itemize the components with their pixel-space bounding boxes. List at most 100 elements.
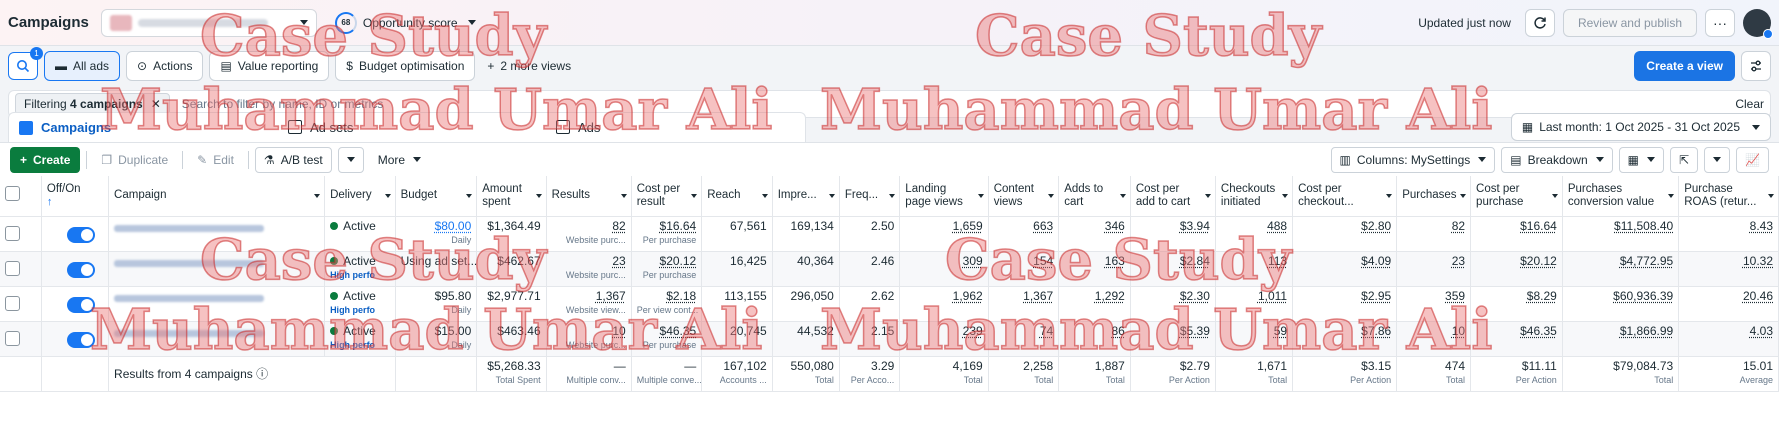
create-view-button[interactable]: Create a view (1634, 51, 1735, 81)
cell-content-views[interactable]: 74 (988, 321, 1060, 357)
cell-cost-checkout[interactable]: $2.95 (1292, 286, 1398, 322)
cell-amount-spent[interactable]: $462.67 (476, 251, 547, 287)
header-budget[interactable]: Budget (395, 176, 478, 217)
cell-amount-spent[interactable]: $1,364.49 (476, 216, 547, 252)
info-icon[interactable]: ⓘ (256, 367, 268, 381)
cell-cost-per-result[interactable]: $2.18 Per view cont... (631, 286, 703, 322)
cell-content-views[interactable]: 154 (988, 251, 1060, 287)
cell-campaign-name[interactable] (108, 216, 326, 252)
cell-checkouts[interactable]: 488 (1215, 216, 1294, 252)
header-adds-to-cart[interactable]: Adds to cart (1058, 176, 1131, 217)
header-cost-per-add-to-cart[interactable]: Cost per add to cart (1130, 176, 1216, 217)
header-cost-per-result[interactable]: Cost per result (631, 176, 703, 217)
cell-roas[interactable]: 10.32 (1678, 251, 1779, 287)
refresh-button[interactable] (1524, 8, 1555, 37)
campaign-name-redacted[interactable] (114, 224, 265, 232)
header-purchases[interactable]: Purchases (1396, 176, 1472, 217)
cell-campaign-name[interactable] (108, 286, 326, 322)
cell-frequency[interactable]: 2.62 (839, 286, 901, 322)
cell-cost-checkout[interactable]: $4.09 (1292, 251, 1398, 287)
row-select-cell[interactable] (0, 251, 42, 287)
more-button[interactable]: More (370, 147, 429, 173)
table-row[interactable]: Active High perfo $15.00 Daily $463.46 10 Webs… (0, 321, 1779, 357)
cell-cost-atc[interactable]: $3.94 (1130, 216, 1216, 252)
cell-cost-per-result[interactable]: $46.35 Per purchase (631, 321, 703, 357)
view-actions[interactable]: ⊙ Actions (126, 51, 204, 81)
opportunity-score[interactable]: 68 Opportunity score (334, 11, 476, 34)
cell-roas[interactable]: 8.43 (1678, 216, 1779, 252)
close-icon[interactable]: ✕ (151, 97, 161, 111)
cell-cost-checkout[interactable]: $2.80 (1292, 216, 1398, 252)
cell-cost-atc[interactable]: $2.84 (1130, 251, 1216, 287)
table-row[interactable]: Active High perfo Using ad set... $462.67 23… (0, 251, 1779, 287)
cell-frequency[interactable]: 2.50 (839, 216, 901, 252)
row-checkbox[interactable] (5, 330, 20, 346)
duplicate-button[interactable]: ❐ Duplicate (93, 147, 176, 173)
cell-cost-purchase[interactable]: $8.29 (1470, 286, 1563, 322)
cell-results[interactable]: 23 Website purc... (546, 251, 632, 287)
cell-conv-value[interactable]: $1,866.99 (1562, 321, 1680, 357)
header-delivery[interactable]: Delivery (324, 176, 396, 217)
charts-button[interactable]: 📈 (1736, 146, 1769, 173)
view-settings-button[interactable] (1741, 51, 1771, 81)
export-dropdown[interactable] (1704, 146, 1731, 173)
columns-button[interactable]: ▥ Columns: MySettings (1330, 146, 1496, 173)
cell-checkouts[interactable]: 113 (1215, 251, 1294, 287)
header-purchase-roas[interactable]: Purchase ROAS (retur... (1678, 176, 1779, 217)
reports-button[interactable]: ▦ (1618, 146, 1664, 173)
campaign-toggle[interactable] (66, 226, 95, 243)
row-checkbox[interactable] (5, 225, 20, 241)
campaign-toggle[interactable] (66, 296, 95, 313)
cell-content-views[interactable]: 1,367 (988, 286, 1060, 322)
select-all-checkbox[interactable] (5, 186, 20, 202)
cell-impressions[interactable]: 296,050 (772, 286, 840, 322)
cell-cost-purchase[interactable]: $16.64 (1470, 216, 1563, 252)
review-publish-button[interactable]: Review and publish (1562, 8, 1697, 37)
campaign-name-redacted[interactable] (114, 259, 265, 267)
clear-filters-link[interactable]: Clear (1735, 97, 1764, 111)
export-button[interactable]: ⇱ (1669, 146, 1699, 173)
view-budget-optimisation[interactable]: $ Budget optimisation (335, 51, 476, 81)
row-toggle-cell[interactable] (41, 286, 110, 322)
table-row[interactable]: Active High perfo $95.80 Daily $2,977.71 1,36… (0, 286, 1779, 322)
cell-lpv[interactable]: 309 (899, 251, 989, 287)
cell-cost-per-result[interactable]: $20.12 Per purchase (631, 251, 703, 287)
cell-checkouts[interactable]: 59 (1215, 321, 1294, 357)
row-checkbox[interactable] (5, 295, 20, 311)
header-reach[interactable]: Reach (701, 176, 773, 217)
cell-reach[interactable]: 113,155 (701, 286, 773, 322)
cell-adds-to-cart[interactable]: 346 (1058, 216, 1131, 252)
view-all-ads[interactable]: ▬ All ads (44, 51, 121, 81)
cell-cost-checkout[interactable]: $7.86 (1292, 321, 1398, 357)
cell-impressions[interactable]: 40,364 (772, 251, 840, 287)
cell-frequency[interactable]: 2.15 (839, 321, 901, 357)
cell-reach[interactable]: 67,561 (701, 216, 773, 252)
cell-lpv[interactable]: 239 (899, 321, 989, 357)
view-value-reporting[interactable]: ▤ Value reporting (209, 51, 330, 81)
header-landing-page-views[interactable]: Landing page views (899, 176, 989, 217)
cell-cost-purchase[interactable]: $46.35 (1470, 321, 1563, 357)
search-button[interactable]: 1 (8, 47, 43, 80)
row-toggle-cell[interactable] (41, 216, 110, 252)
cell-frequency[interactable]: 2.46 (839, 251, 901, 287)
cell-impressions[interactable]: 44,532 (772, 321, 840, 357)
cell-reach[interactable]: 20,745 (701, 321, 773, 357)
cell-purchases[interactable]: 82 (1396, 216, 1472, 252)
cell-roas[interactable]: 20.46 (1678, 286, 1779, 322)
select-all-header[interactable] (0, 176, 42, 217)
cell-cost-atc[interactable]: $5.39 (1130, 321, 1216, 357)
campaign-name-redacted[interactable] (114, 294, 265, 302)
row-toggle-cell[interactable] (41, 321, 110, 357)
cell-cost-per-result[interactable]: $16.64 Per purchase (631, 216, 703, 252)
more-options-button[interactable]: ··· (1705, 8, 1735, 37)
tab-ad-sets[interactable]: Ad sets (278, 112, 546, 142)
cell-adds-to-cart[interactable]: 86 (1058, 321, 1131, 357)
edit-button[interactable]: ✎ Edit (189, 147, 242, 173)
cell-adds-to-cart[interactable]: 163 (1058, 251, 1131, 287)
campaign-toggle[interactable] (66, 331, 95, 348)
cell-roas[interactable]: 4.03 (1678, 321, 1779, 357)
row-toggle-cell[interactable] (41, 251, 110, 287)
header-impressions[interactable]: Impre... (772, 176, 840, 217)
row-select-cell[interactable] (0, 216, 42, 252)
cell-purchases[interactable]: 359 (1396, 286, 1472, 322)
